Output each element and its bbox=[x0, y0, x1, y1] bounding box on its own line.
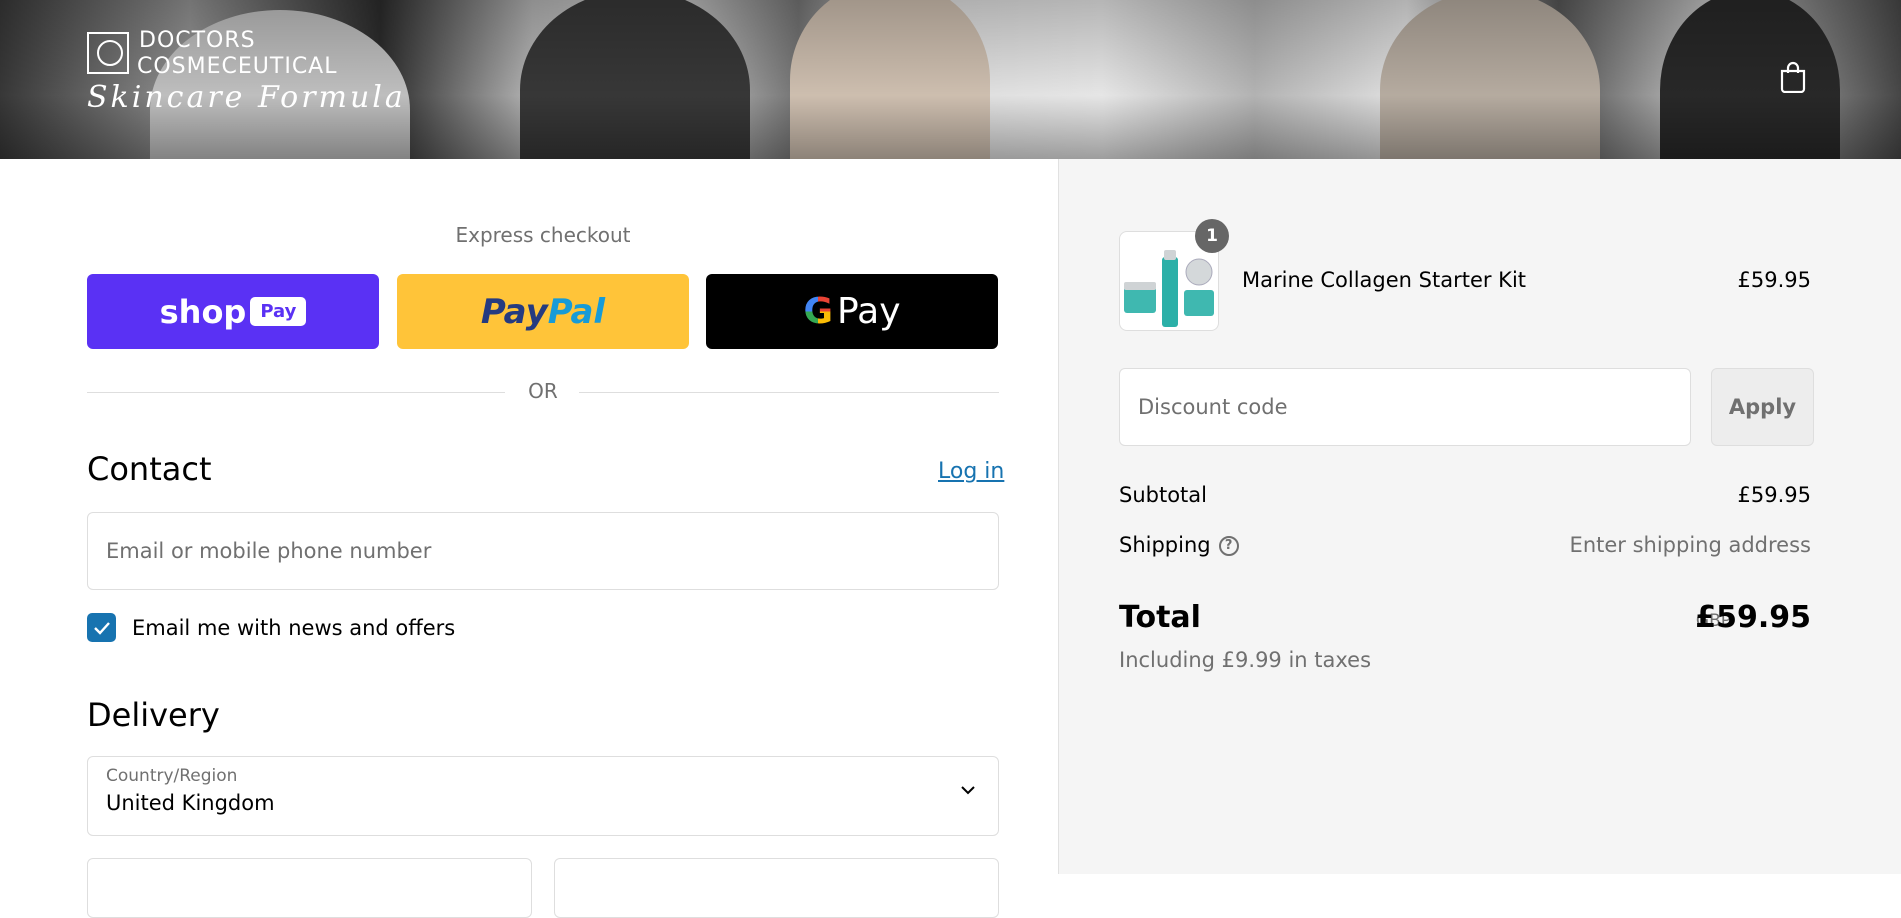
or-divider: OR bbox=[87, 377, 999, 407]
last-name-field[interactable] bbox=[554, 858, 999, 918]
shop-pay-button[interactable]: shop Pay bbox=[87, 274, 379, 349]
subtotal-value: £59.95 bbox=[1737, 483, 1811, 507]
shop-pay-pill: Pay bbox=[250, 297, 307, 326]
paypal-button[interactable]: Pay Pal bbox=[397, 274, 689, 349]
help-circle-icon[interactable]: ? bbox=[1218, 536, 1239, 556]
shop-pay-label: shop bbox=[159, 292, 247, 331]
shopping-bag-icon[interactable] bbox=[1779, 61, 1807, 93]
google-g-icon: G bbox=[803, 291, 834, 332]
total-value: £59.95 bbox=[1695, 600, 1811, 635]
product-price: £59.95 bbox=[1737, 268, 1811, 292]
divider-line bbox=[579, 392, 999, 393]
checkmark-icon bbox=[93, 621, 110, 635]
checkout-form: Express checkout shop Pay Pay Pal G Pay O… bbox=[0, 159, 1058, 918]
shipping-row: Shipping? bbox=[1119, 533, 1239, 557]
tax-note: Including £9.99 in taxes bbox=[1119, 648, 1372, 672]
logo-text-line2: COSMECEUTICAL bbox=[137, 54, 338, 79]
country-select[interactable]: Country/Region United Kingdom bbox=[87, 756, 999, 836]
country-select-label: Country/Region bbox=[106, 766, 238, 786]
shipping-value: Enter shipping address bbox=[1569, 533, 1811, 557]
newsletter-checkbox[interactable] bbox=[87, 613, 116, 642]
shipping-label: Shipping bbox=[1119, 533, 1211, 557]
apply-discount-button[interactable]: Apply bbox=[1711, 368, 1814, 446]
first-name-field[interactable] bbox=[87, 858, 532, 918]
subtotal-label: Subtotal bbox=[1119, 483, 1207, 507]
chevron-down-icon bbox=[961, 786, 975, 795]
contact-heading: Contact bbox=[87, 450, 212, 488]
discount-code-input[interactable] bbox=[1120, 369, 1690, 445]
logo-script-text: Skincare Formula bbox=[87, 80, 406, 115]
quantity-badge: 1 bbox=[1195, 219, 1229, 253]
country-select-value: United Kingdom bbox=[106, 791, 275, 815]
product-name: Marine Collagen Starter Kit bbox=[1242, 268, 1527, 292]
logo-text-line1: DOCTORS bbox=[139, 28, 256, 53]
header-banner: DOCTORS COSMECEUTICAL Skincare Formula bbox=[0, 0, 1901, 159]
discount-field-wrapper bbox=[1119, 368, 1691, 446]
total-label: Total bbox=[1119, 600, 1201, 635]
email-field-wrapper bbox=[87, 512, 999, 590]
paypal-label-part2: Pal bbox=[547, 291, 606, 332]
google-pay-label: Pay bbox=[837, 291, 901, 332]
google-pay-button[interactable]: G Pay bbox=[706, 274, 998, 349]
login-link[interactable]: Log in bbox=[938, 459, 1004, 484]
or-text: OR bbox=[528, 379, 558, 403]
email-field[interactable] bbox=[88, 513, 998, 589]
paypal-label-part1: Pay bbox=[480, 291, 548, 332]
express-checkout-title: Express checkout bbox=[455, 223, 631, 247]
order-summary: 1 Marine Collagen Starter Kit £59.95 App… bbox=[1058, 159, 1901, 874]
newsletter-label[interactable]: Email me with news and offers bbox=[132, 616, 455, 640]
logo-molecule-icon bbox=[87, 32, 129, 74]
delivery-heading: Delivery bbox=[87, 696, 220, 734]
